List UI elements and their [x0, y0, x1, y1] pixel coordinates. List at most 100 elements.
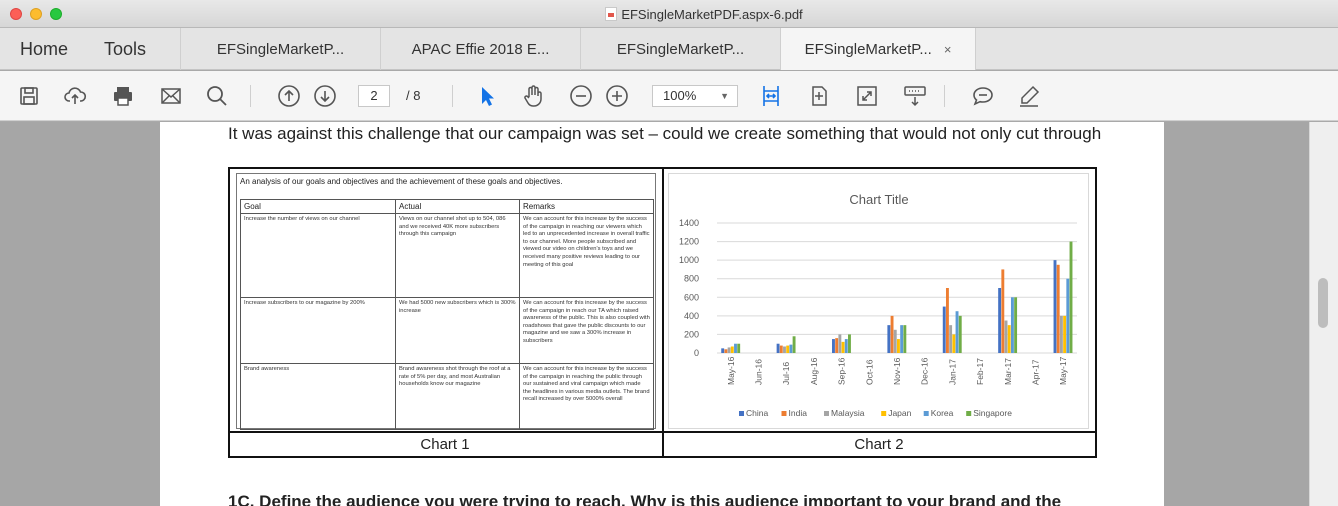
- remarks-cell: We can account for this increase by the …: [519, 297, 654, 364]
- page-number-input[interactable]: 2: [358, 85, 390, 107]
- sign-icon[interactable]: [1016, 83, 1042, 109]
- bar-japan: [897, 339, 900, 353]
- bar-korea: [734, 343, 737, 353]
- y-tick-label: 200: [684, 329, 699, 339]
- bar-singapore: [903, 325, 907, 353]
- column-header: Actual: [395, 199, 520, 214]
- bar-china: [721, 348, 725, 353]
- document-viewport[interactable]: It was against this challenge that our c…: [0, 122, 1338, 506]
- legend-label: China: [746, 408, 768, 418]
- scroll-mode-icon[interactable]: [902, 83, 928, 109]
- legend-swatch: [781, 411, 787, 416]
- page-up-icon[interactable]: [276, 83, 302, 109]
- bar-korea: [844, 339, 848, 353]
- toolbar-separator: [944, 85, 945, 107]
- tab-3[interactable]: EFSingleMarketP...: [580, 28, 780, 70]
- scrollbar-thumb[interactable]: [1318, 278, 1328, 328]
- tab-close-icon[interactable]: ×: [944, 42, 952, 57]
- title-bar: EFSingleMarketPDF.aspx-6.pdf: [0, 0, 1338, 28]
- actual-cell: Views on our channel shot up to 504, 086…: [395, 213, 520, 298]
- table-header-row: Goal Actual Remarks: [240, 199, 654, 214]
- chart-title: Chart Title: [849, 192, 908, 207]
- y-tick-label: 400: [684, 311, 699, 321]
- legend-swatch: [923, 411, 929, 416]
- tab-bar: Home Tools EFSingleMarketP... APAC Effie…: [0, 28, 1338, 70]
- y-tick-label: 600: [684, 292, 699, 302]
- chart1-table-box: An analysis of our goals and objectives …: [236, 173, 656, 430]
- bar-korea: [955, 311, 959, 353]
- actual-cell: Brand awareness shot through the roof at…: [395, 363, 520, 430]
- save-icon[interactable]: [16, 83, 42, 109]
- fullscreen-icon[interactable]: [854, 83, 880, 109]
- fit-width-icon[interactable]: [758, 83, 784, 109]
- legend-label: Malaysia: [831, 408, 865, 418]
- bar-korea: [900, 325, 904, 353]
- intro-text: It was against this challenge that our c…: [228, 124, 1102, 143]
- bar-singapore: [848, 334, 851, 353]
- bar-china: [998, 288, 1002, 353]
- x-tick-label: Dec-16: [920, 357, 930, 385]
- bar-malaysia: [893, 329, 897, 353]
- x-tick-label: May-16: [726, 356, 736, 385]
- chart2-caption: Chart 2: [854, 436, 904, 453]
- bar-japan: [1007, 325, 1011, 353]
- bar-singapore: [1069, 241, 1073, 353]
- legend-label: Japan: [888, 408, 911, 418]
- y-tick-label: 1000: [679, 255, 699, 265]
- page-down-icon[interactable]: [312, 83, 338, 109]
- tab-2[interactable]: APAC Effie 2018 E...: [380, 28, 580, 70]
- zoom-in-icon[interactable]: [604, 83, 630, 109]
- x-tick-label: Sep-16: [837, 357, 847, 385]
- hand-icon[interactable]: [520, 83, 546, 109]
- zoom-value: 100%: [663, 88, 697, 103]
- tab-label: APAC Effie 2018 E...: [411, 40, 550, 58]
- x-tick-label: Jul-16: [781, 362, 791, 385]
- bar-korea: [1010, 297, 1014, 353]
- x-tick-label: Jun-16: [754, 359, 764, 385]
- vertical-scrollbar[interactable]: [1309, 122, 1338, 506]
- table-row: Increase the number of views on our chan…: [240, 213, 654, 298]
- bar-chart: Chart Title 0 200 400 600 800 1000 1200 1400 May-…: [679, 192, 1077, 418]
- bar-india: [724, 349, 728, 353]
- goals-table: Goal Actual Remarks Increase the number …: [240, 199, 654, 430]
- frame-divider: [662, 169, 664, 456]
- bar-malaysia: [783, 346, 786, 353]
- tab-label: EFSingleMarketP...: [216, 40, 345, 58]
- y-tick-label: 1200: [679, 237, 699, 247]
- pdf-page: It was against this challenge that our c…: [160, 122, 1164, 506]
- legend-swatch: [881, 411, 887, 416]
- window-title: EFSingleMarketPDF.aspx-6.pdf: [621, 7, 803, 22]
- home-link[interactable]: Home: [20, 39, 68, 60]
- bar-india: [835, 338, 839, 353]
- goal-cell: Brand awareness: [240, 363, 396, 430]
- chevron-down-icon: ▼: [720, 91, 729, 101]
- x-tick-label: Aug-16: [809, 357, 819, 385]
- comment-icon[interactable]: [970, 83, 996, 109]
- print-icon[interactable]: [110, 83, 136, 109]
- chart2-box: Chart Title 0 200 400 600 800 1000 1200 1400 May-…: [668, 173, 1089, 429]
- bar-japan: [786, 345, 790, 353]
- tab-4-active[interactable]: EFSingleMarketP... ×: [780, 28, 976, 70]
- frame-divider: [230, 431, 1095, 433]
- search-icon[interactable]: [204, 83, 230, 109]
- table-row: Brand awareness Brand awareness shot thr…: [240, 363, 654, 430]
- select-arrow-icon[interactable]: [474, 83, 500, 109]
- email-icon[interactable]: [158, 83, 184, 109]
- remarks-cell: We can account for this increase by the …: [519, 363, 654, 430]
- zoom-out-icon[interactable]: [568, 83, 594, 109]
- tools-link[interactable]: Tools: [104, 39, 146, 60]
- bar-china: [942, 306, 946, 353]
- bar-singapore: [737, 343, 741, 353]
- upload-icon[interactable]: [62, 83, 88, 109]
- bar-china: [1053, 260, 1057, 353]
- toolbar-separator: [452, 85, 453, 107]
- tab-label: EFSingleMarketP...: [804, 40, 932, 58]
- toolbar-separator: [250, 85, 251, 107]
- tab-1[interactable]: EFSingleMarketP...: [180, 28, 380, 70]
- fit-page-icon[interactable]: [806, 83, 832, 109]
- bar-singapore: [1014, 297, 1018, 353]
- bar-india: [945, 288, 949, 353]
- zoom-select[interactable]: 100% ▼: [652, 85, 738, 107]
- x-tick-label: Nov-16: [892, 357, 902, 385]
- goal-cell: Increase the number of views on our chan…: [240, 213, 396, 298]
